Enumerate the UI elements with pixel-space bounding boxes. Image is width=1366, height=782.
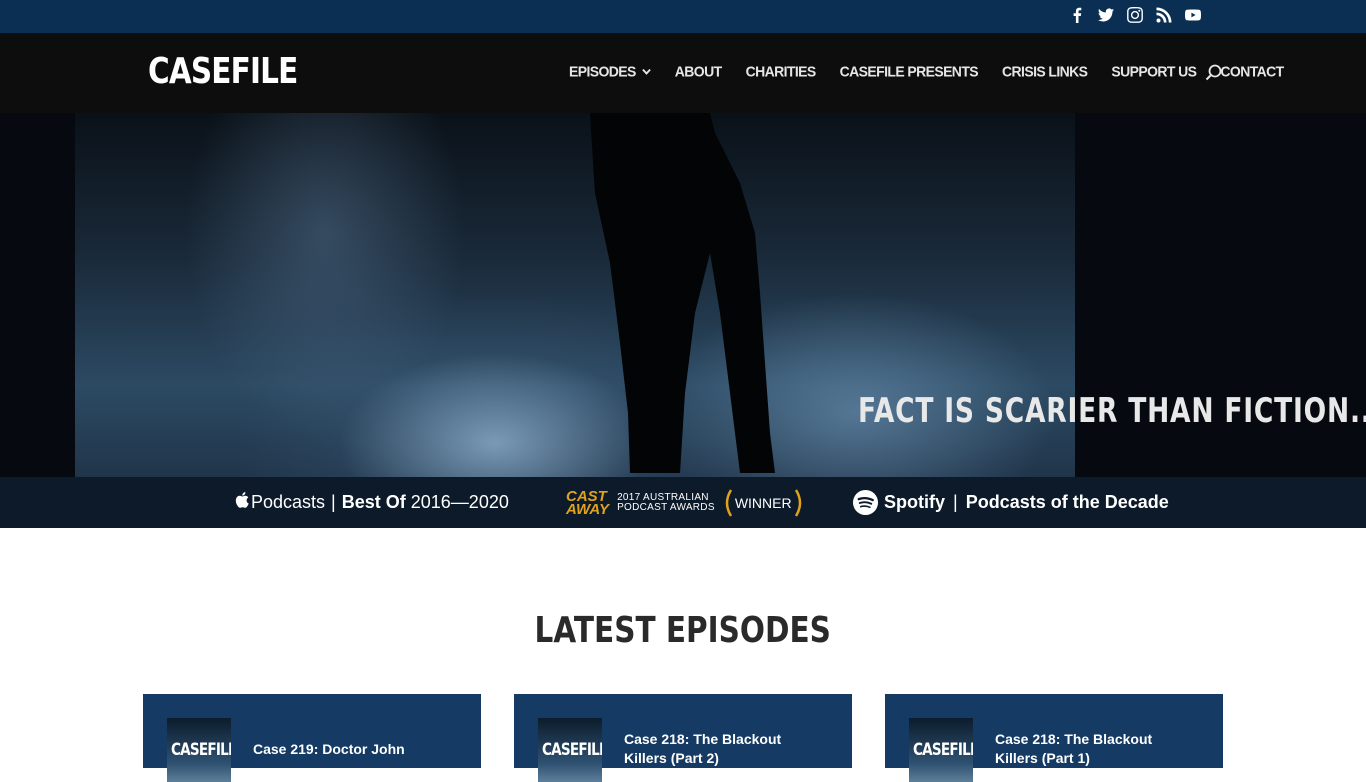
nav-item-casefile-presents[interactable]: CASEFILE PRESENTS: [840, 62, 979, 79]
nav-item-episodes[interactable]: EPISODES: [569, 62, 651, 80]
facebook-icon[interactable]: [1068, 6, 1085, 23]
nav-item-contact[interactable]: CONTACT: [1220, 62, 1284, 79]
nav-item-support-us[interactable]: SUPPORT US: [1111, 62, 1197, 79]
episode-card[interactable]: CASEFILE Case 218: The Blackout Killers …: [885, 694, 1223, 782]
episode-cards: CASEFILE Case 219: Doctor John CASEFILE …: [0, 694, 1366, 782]
episode-thumbnail[interactable]: CASEFILE: [909, 718, 973, 782]
top-bar: [0, 0, 1366, 33]
rss-icon[interactable]: [1155, 6, 1172, 23]
apple-podcasts-award: Podcasts | Best Of 2016—2020: [235, 477, 509, 528]
nav-item-charities[interactable]: CHARITIES: [746, 62, 817, 79]
episode-thumbnail[interactable]: CASEFILE: [167, 718, 231, 782]
latest-episodes-heading: LATEST EPISODES: [534, 610, 832, 651]
hero-banner: FACT IS SCARIER THAN FICTION...: [0, 113, 1366, 477]
nav-item-about[interactable]: ABOUT: [675, 62, 722, 79]
social-links: [1068, 6, 1201, 23]
youtube-icon[interactable]: [1184, 6, 1201, 23]
instagram-icon[interactable]: [1126, 6, 1143, 23]
hero-tagline: FACT IS SCARIER THAN FICTION...: [858, 391, 1366, 431]
search-icon[interactable]: [1204, 63, 1224, 83]
site-header: CASEFILE EPISODES ABOUT CHARITIES CASEFI…: [0, 33, 1366, 113]
spotify-icon: [852, 489, 879, 516]
awards-strip: Podcasts | Best Of 2016—2020 CAST AWAY 2…: [0, 477, 1366, 528]
nav-item-crisis-links[interactable]: CRISIS LINKS: [1002, 62, 1088, 79]
laurel-left-icon: [725, 488, 732, 517]
castaway-award: CAST AWAY 2017 AUSTRALIAN PODCAST AWARDS…: [566, 477, 806, 528]
episode-card[interactable]: CASEFILE Case 219: Doctor John: [143, 694, 481, 782]
chevron-down-icon: [642, 68, 651, 75]
twitter-icon[interactable]: [1097, 6, 1114, 23]
apple-icon: [235, 492, 249, 513]
castaway-logo: CAST AWAY: [566, 487, 610, 518]
episode-title[interactable]: Case 219: Doctor John: [253, 740, 463, 759]
spotify-award: Spotify | Podcasts of the Decade: [852, 477, 1169, 528]
hero-figure-silhouette: [590, 113, 775, 473]
laurel-right-icon: [794, 488, 801, 517]
episode-title[interactable]: Case 218: The Blackout Killers (Part 2): [624, 730, 804, 768]
episode-thumbnail[interactable]: CASEFILE: [538, 718, 602, 782]
site-logo[interactable]: CASEFILE: [148, 51, 298, 92]
episode-card[interactable]: CASEFILE Case 218: The Blackout Killers …: [514, 694, 852, 782]
winner-badge: WINNER: [721, 488, 806, 518]
main-nav: EPISODES ABOUT CHARITIES CASEFILE PRESEN…: [569, 62, 1308, 80]
episode-title[interactable]: Case 218: The Blackout Killers (Part 1): [995, 730, 1175, 768]
